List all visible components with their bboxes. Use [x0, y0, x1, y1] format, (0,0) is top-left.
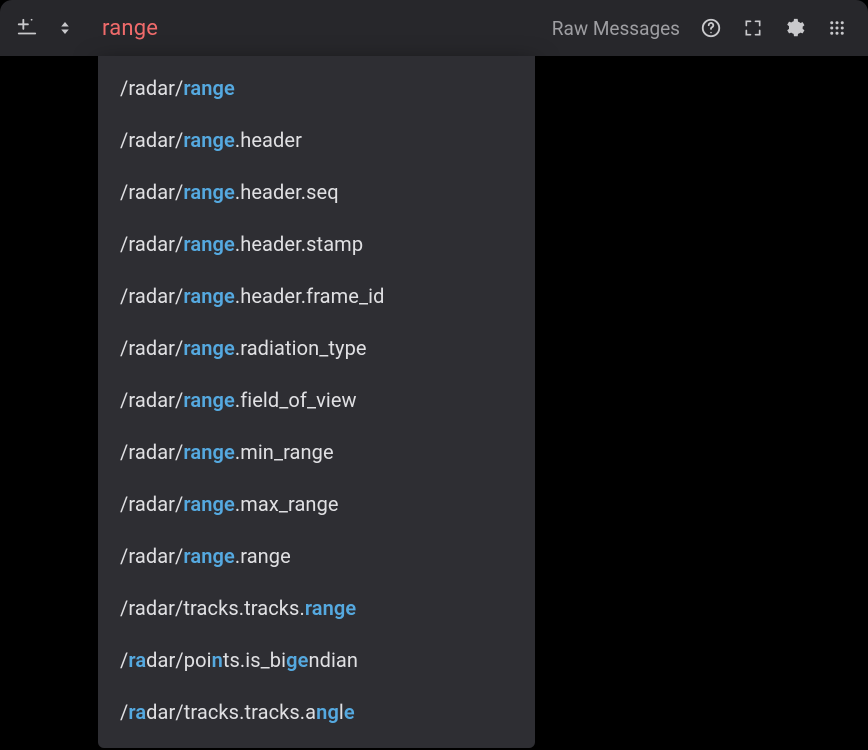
- grid-icon[interactable]: [824, 15, 850, 41]
- autocomplete-item[interactable]: /radar/range.header.frame_id: [98, 270, 535, 322]
- toolbar-right: Raw Messages: [552, 15, 854, 41]
- autocomplete-item[interactable]: /radar/range.min_range: [98, 426, 535, 478]
- autocomplete-item[interactable]: /radar/range: [98, 62, 535, 114]
- help-circle-icon[interactable]: [698, 15, 724, 41]
- autocomplete-item[interactable]: /radar/range.header.stamp: [98, 218, 535, 270]
- toolbar-left: [14, 15, 78, 41]
- gear-icon[interactable]: [782, 15, 808, 41]
- expand-icon[interactable]: [740, 15, 766, 41]
- app-root: Raw Messages: [0, 0, 868, 750]
- search-field-wrap: [88, 16, 542, 41]
- autocomplete-item[interactable]: /radar/tracks.tracks.angle: [98, 686, 535, 738]
- raw-messages-label[interactable]: Raw Messages: [552, 17, 680, 40]
- autocomplete-item[interactable]: /radar/range.range: [98, 530, 535, 582]
- autocomplete-item[interactable]: /radar/range.field_of_view: [98, 374, 535, 426]
- autocomplete-item[interactable]: /radar/range.max_range: [98, 478, 535, 530]
- sort-icon[interactable]: [52, 15, 78, 41]
- autocomplete-item[interactable]: /radar/tracks.tracks.range: [98, 582, 535, 634]
- autocomplete-item[interactable]: /radar/range.radiation_type: [98, 322, 535, 374]
- toolbar: Raw Messages: [0, 0, 868, 56]
- autocomplete-item[interactable]: /radar/range.header: [98, 114, 535, 166]
- topic-search-input[interactable]: [102, 16, 542, 41]
- diff-icon[interactable]: [14, 15, 40, 41]
- autocomplete-item[interactable]: /radar/points.is_bigendian: [98, 634, 535, 686]
- autocomplete-dropdown: /radar/range/radar/range.header/radar/ra…: [98, 56, 535, 748]
- autocomplete-item[interactable]: /radar/range.header.seq: [98, 166, 535, 218]
